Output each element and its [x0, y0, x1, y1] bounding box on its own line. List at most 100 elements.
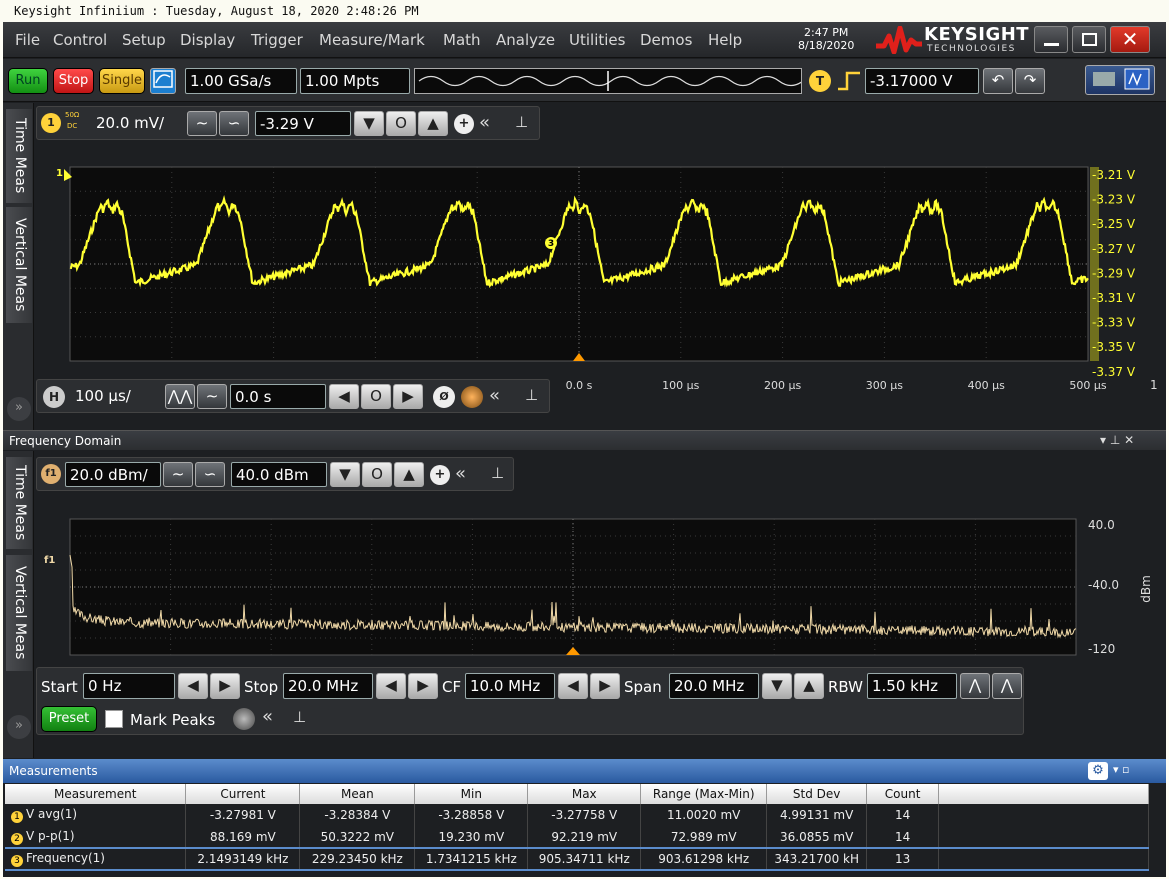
panel-options-icon[interactable]: ▾ ▫	[1113, 763, 1129, 776]
run-button[interactable]: Run	[8, 68, 48, 94]
col-measurement[interactable]: Measurement	[5, 784, 187, 804]
stop-frequency-field[interactable]: 20.0 MHz	[283, 673, 373, 699]
col-max[interactable]: Max	[527, 784, 642, 804]
add-channel-button[interactable]: +	[454, 114, 474, 134]
span-field[interactable]: 20.0 MHz	[669, 673, 759, 699]
pin-icon[interactable]: ⊥	[515, 113, 528, 131]
start-frequency-field[interactable]: 0 Hz	[83, 673, 175, 699]
horizontal-scale-down-button[interactable]: ⋀⋀	[165, 384, 195, 409]
autoscale-button[interactable]	[150, 68, 176, 94]
channel1-scale-up-button[interactable]: ∽	[219, 111, 249, 136]
collapse-icon[interactable]: «	[455, 463, 466, 484]
menu-trigger[interactable]: Trigger	[251, 31, 303, 49]
menu-display[interactable]: Display	[180, 31, 235, 49]
channel1-scale-field[interactable]: 20.0 mV/	[92, 111, 184, 136]
cf-left-button[interactable]: ◀	[558, 673, 588, 699]
rbw-up-button[interactable]: ⋀	[992, 673, 1022, 699]
span-up-button[interactable]: ▲	[794, 673, 824, 699]
table-row[interactable]: 1V avg(1) -3.27981 V -3.28384 V -3.28858…	[5, 804, 1149, 826]
menu-help[interactable]: Help	[708, 31, 742, 49]
table-row[interactable]: 2V p-p(1) 88.169 mV 50.3222 mV 19.230 mV…	[5, 826, 1149, 848]
single-button[interactable]: Single	[99, 68, 145, 94]
expand-arrow-icon[interactable]: »	[7, 397, 31, 421]
menu-utilities[interactable]: Utilities	[569, 31, 625, 49]
collapse-icon[interactable]: «	[479, 112, 490, 133]
horizontal-center-button[interactable]: O	[361, 384, 391, 409]
channel1-badge[interactable]: 1	[41, 113, 61, 133]
pin-icon[interactable]: ⊥	[293, 708, 306, 726]
tab-vertical-meas[interactable]: Vertical Meas	[6, 207, 32, 323]
horizontal-scale-field[interactable]: 100 µs/	[71, 384, 163, 409]
col-range[interactable]: Range (Max-Min)	[640, 784, 768, 804]
channel1-offset-zero-button[interactable]: O	[386, 111, 416, 136]
panel-menu-icon[interactable]: ▾ ⊥ ✕	[1100, 433, 1134, 447]
tab-vertical-meas-2[interactable]: Vertical Meas	[6, 555, 32, 671]
f1-ref-up-button[interactable]: ▲	[394, 462, 424, 487]
rbw-field[interactable]: 1.50 kHz	[867, 673, 957, 699]
minimize-button[interactable]	[1034, 26, 1068, 53]
stop-right-button[interactable]: ▶	[408, 673, 438, 699]
mark-peaks-checkbox[interactable]	[105, 710, 123, 728]
menu-setup[interactable]: Setup	[122, 31, 166, 49]
pin-icon[interactable]: ⊥	[491, 464, 504, 482]
undo-button[interactable]: ↶	[983, 68, 1013, 94]
f1-ref-down-button[interactable]: ▼	[330, 462, 360, 487]
menu-demos[interactable]: Demos	[640, 31, 692, 49]
collapse-icon[interactable]: «	[489, 385, 500, 406]
f1-ref-field[interactable]: 40.0 dBm	[231, 462, 327, 487]
horizontal-position-field[interactable]: 0.0 s	[230, 384, 326, 409]
horizontal-scale-up-button[interactable]: ∼	[197, 384, 227, 409]
frequency-domain-plot[interactable]: 40.0-40.0-120 dBm -0 Hz2.0 MHz4.0 MHz6.0…	[36, 493, 1166, 665]
menu-measure-mark[interactable]: Measure/Mark	[319, 31, 425, 49]
trigger-level-field[interactable]: -3.17000 V	[865, 68, 979, 94]
sample-rate-field[interactable]: 1.00 GSa/s	[185, 68, 297, 94]
waveform-overview[interactable]	[414, 68, 804, 94]
menu-math[interactable]: Math	[443, 31, 481, 49]
trigger-badge[interactable]: T	[809, 70, 831, 92]
preset-button[interactable]: Preset	[41, 706, 97, 732]
channel1-offset-field[interactable]: -3.29 V	[255, 111, 351, 136]
time-domain-plot[interactable]: -3.21 V -3.23 V -3.25 V -3.27 V -3.29 V -3.31…	[36, 143, 1166, 391]
col-min[interactable]: Min	[414, 784, 529, 804]
channel1-offset-down-button[interactable]: ▼	[354, 111, 384, 136]
pin-icon[interactable]: ⊥	[525, 386, 538, 404]
menu-file[interactable]: File	[15, 31, 40, 49]
span-down-button[interactable]: ▼	[762, 673, 792, 699]
menu-control[interactable]: Control	[53, 31, 107, 49]
col-mean[interactable]: Mean	[299, 784, 416, 804]
cf-right-button[interactable]: ▶	[590, 673, 620, 699]
settings-gear-icon[interactable]: ⚙	[1088, 762, 1108, 780]
horizontal-right-button[interactable]: ▶	[393, 384, 423, 409]
col-current[interactable]: Current	[185, 784, 301, 804]
tab-time-meas-2[interactable]: Time Meas	[6, 457, 32, 549]
menu-analyze[interactable]: Analyze	[496, 31, 555, 49]
channel1-offset-up-button[interactable]: ▲	[418, 111, 448, 136]
tab-time-meas[interactable]: Time Meas	[6, 109, 32, 203]
horizontal-badge[interactable]: H	[43, 386, 65, 408]
zoom-button[interactable]: Ø	[433, 386, 455, 408]
f1-level-marker[interactable]: f1	[44, 555, 55, 566]
f1-ref-zero-button[interactable]: O	[362, 462, 392, 487]
start-left-button[interactable]: ◀	[178, 673, 208, 699]
expand-arrow-icon[interactable]: »	[7, 715, 31, 739]
center-frequency-field[interactable]: 10.0 MHz	[465, 673, 555, 699]
add-function-button[interactable]: +	[430, 465, 450, 485]
horizontal-left-button[interactable]: ◀	[329, 384, 359, 409]
col-count[interactable]: Count	[866, 784, 940, 804]
stop-button[interactable]: Stop	[53, 68, 94, 94]
channel1-coupling[interactable]: 50Ω DC	[65, 110, 79, 132]
horizontal-knob-icon[interactable]	[461, 386, 483, 408]
f1-scale-down-button[interactable]: ∼	[163, 462, 193, 487]
table-row-selected[interactable]: 3 Frequency(1) 2.1493149 kHz 229.23450 kH…	[5, 847, 1149, 871]
stop-left-button[interactable]: ◀	[376, 673, 406, 699]
layout-toggle-button[interactable]	[1085, 65, 1155, 95]
close-button[interactable]: ✕	[1110, 26, 1150, 53]
collapse-icon[interactable]: «	[262, 706, 273, 727]
rising-edge-icon[interactable]	[836, 70, 862, 92]
rbw-down-button[interactable]: ⋀	[960, 673, 990, 699]
start-right-button[interactable]: ▶	[210, 673, 240, 699]
redo-button[interactable]: ↷	[1015, 68, 1045, 94]
frequency-knob-icon[interactable]	[233, 708, 255, 730]
f1-badge[interactable]: f1	[41, 464, 61, 484]
col-std-dev[interactable]: Std Dev	[766, 784, 868, 804]
